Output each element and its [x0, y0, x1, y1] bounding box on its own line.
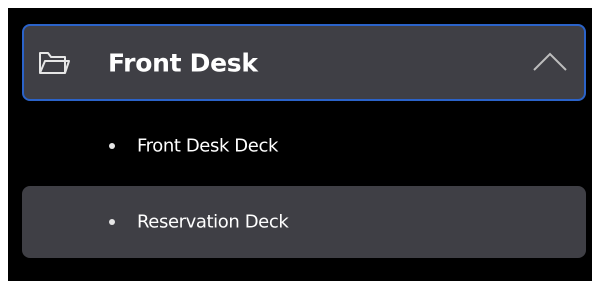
bullet-icon	[109, 143, 115, 149]
deck-item-front-desk-deck[interactable]: Front Desk Deck	[22, 110, 586, 182]
deck-item-reservation-deck[interactable]: Reservation Deck	[22, 186, 586, 258]
folder-icon	[39, 52, 70, 74]
deck-label: Reservation Deck	[137, 211, 289, 233]
bullet-icon	[109, 219, 115, 225]
chevron-up-icon[interactable]	[532, 50, 568, 72]
sidebar-panel: Front Desk Front Desk Deck Reservation D…	[8, 8, 592, 281]
group-title: Front Desk	[108, 48, 258, 77]
group-header-front-desk[interactable]: Front Desk	[22, 24, 586, 101]
deck-label: Front Desk Deck	[137, 135, 278, 157]
